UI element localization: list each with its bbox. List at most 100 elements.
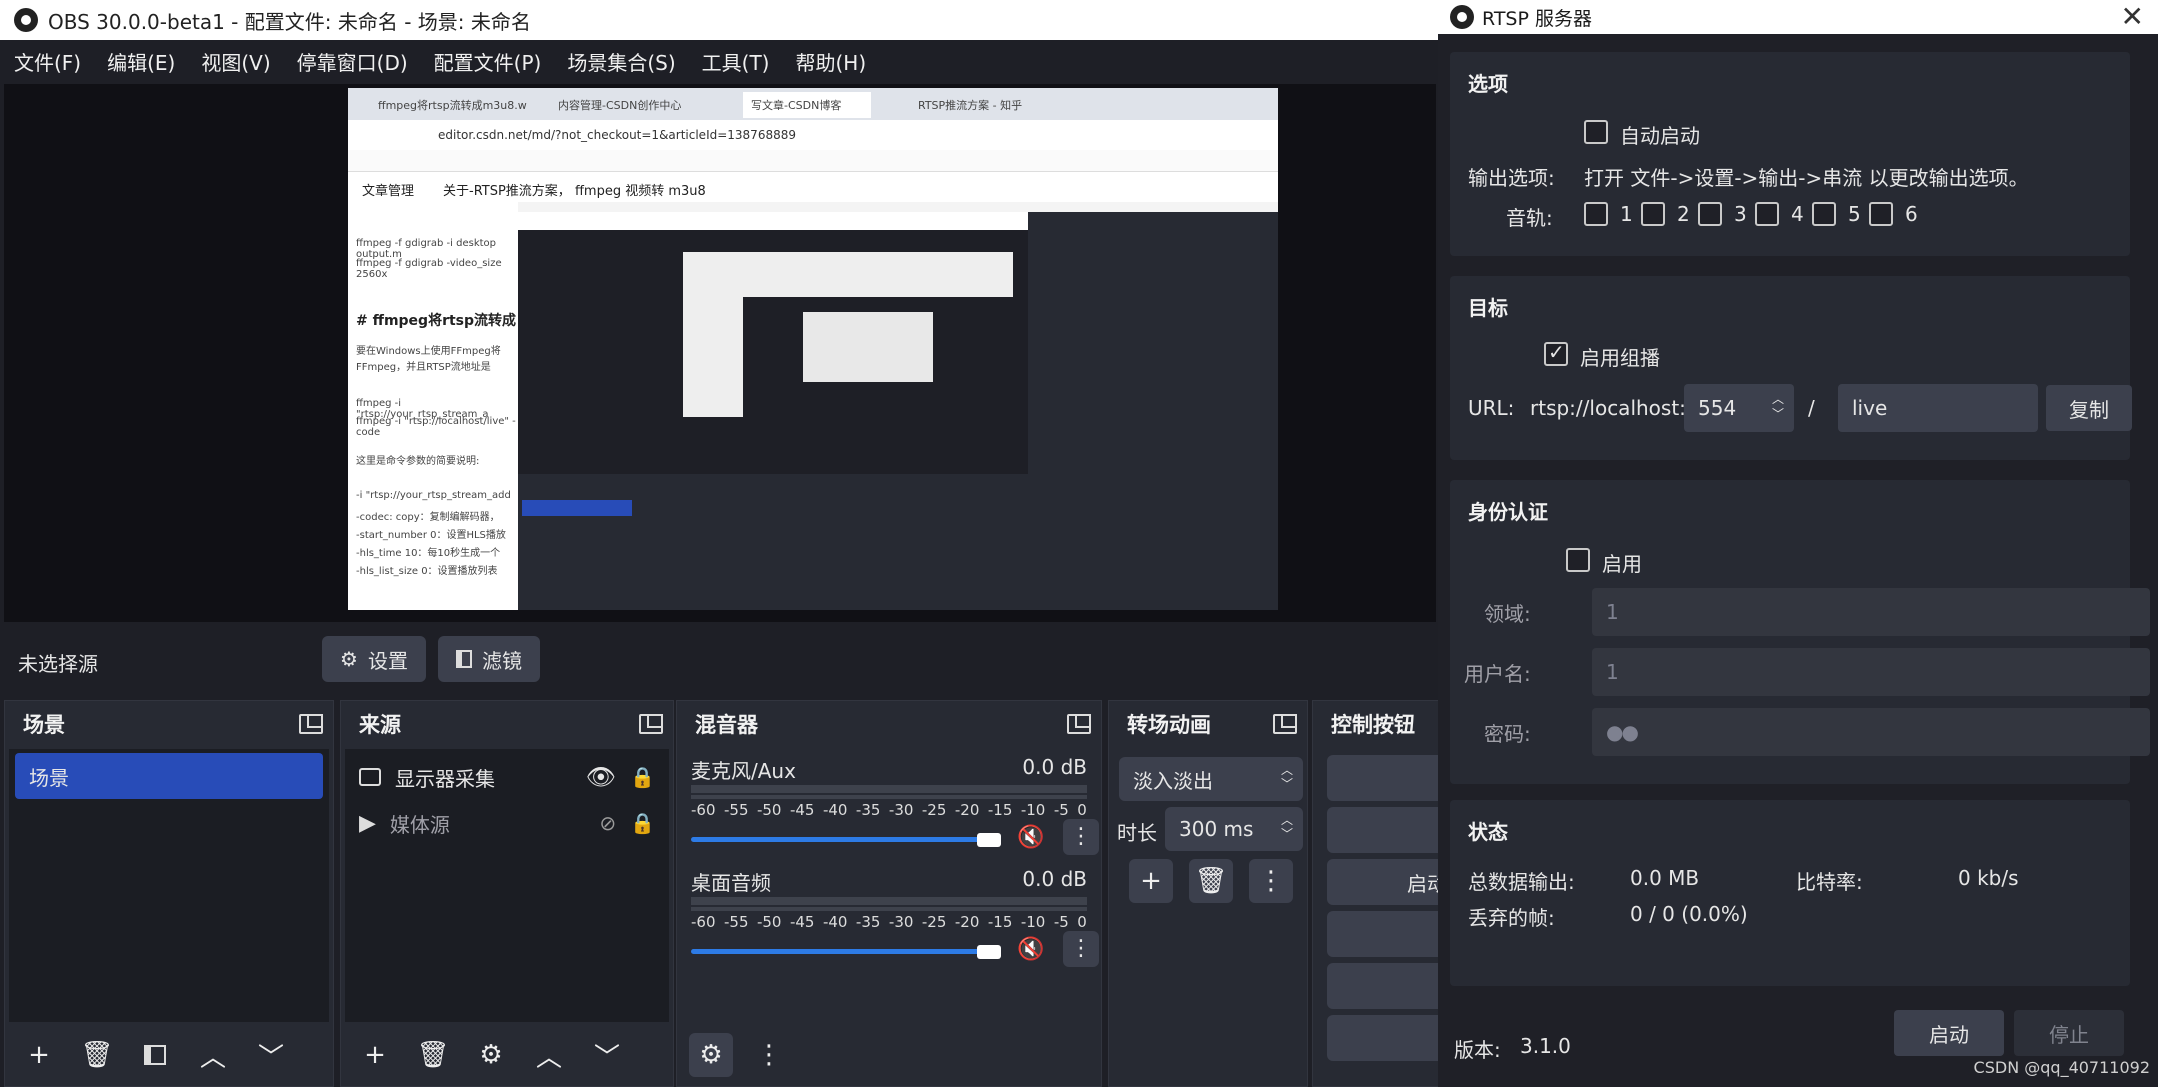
menu-file[interactable]: 文件(F) [14,47,81,76]
editor-line: 这里是命令参数的简要说明: [356,456,480,467]
transition-select[interactable]: 淡入淡出 ︿ ﹀ [1119,757,1303,801]
start-streaming-button[interactable]: 开 [1327,755,1439,801]
volume-slider-handle[interactable] [977,945,1001,959]
chevron-down-icon: ﹀ [593,1042,620,1073]
track-6-checkbox[interactable] [1869,202,1893,226]
menu-help[interactable]: 帮助(H) [795,47,866,76]
password-input[interactable]: ●● [1592,708,2150,756]
duration-spinbox[interactable]: 300 ms ︿ ﹀ [1165,807,1303,851]
undock-icon[interactable] [639,714,663,734]
scale-tick: -40 [822,801,848,819]
autostart-label: 自动启动 [1620,124,1700,148]
plus-icon: + [364,1040,386,1070]
scale-tick: -60 [691,801,716,819]
menu-scene-collection[interactable]: 场景集合(S) [567,47,675,76]
volume-slider[interactable] [691,949,991,954]
copy-url-button[interactable]: 复制 [2046,385,2132,431]
add-transition-button[interactable]: + [1129,859,1173,903]
scale-tick: -55 [723,913,749,931]
transition-menu-button[interactable]: ⋮ [1249,859,1293,903]
source-up-button[interactable]: ︿ [527,1033,571,1077]
transitions-dock: 转场动画 淡入淡出 ︿ ﹀ 时长 300 ms ︿ ﹀ + 🗑 ⋮ [1108,700,1308,1087]
autostart-checkbox[interactable] [1584,120,1608,144]
path-input[interactable]: live [1838,384,2038,432]
add-source-button[interactable]: + [353,1033,397,1077]
editor-line: FFmpeg，并且RTSP流地址是 [356,362,491,373]
username-input[interactable]: 1 [1592,648,2150,696]
advanced-audio-button[interactable]: ⚙ [689,1033,733,1077]
version-label: 版本: [1454,1038,1501,1062]
scene-filters-button[interactable] [133,1033,177,1077]
more-options-icon[interactable]: ⋮ [1063,931,1099,967]
obs-logo-icon [14,8,38,32]
mixer-menu-button[interactable]: ⋮ [747,1033,791,1077]
remove-source-button[interactable]: 🗑 [411,1033,455,1077]
volume-slider-handle[interactable] [977,833,1001,847]
volume-slider[interactable] [691,837,991,842]
scene-down-button[interactable]: ﹀ [249,1033,293,1077]
undock-icon[interactable] [1273,714,1297,734]
menu-profile[interactable]: 配置文件(P) [434,47,542,76]
more-options-icon: ⋮ [756,1040,782,1070]
undock-icon[interactable] [299,714,323,734]
undock-icon[interactable] [1067,714,1091,734]
scene-item[interactable]: 场景 [15,753,323,799]
filters-button[interactable]: 滤镜 [438,636,540,682]
editor-line: ffmpeg -f gdigrab -i desktop output.m [356,238,497,260]
eye-icon[interactable]: 👁 [586,763,616,791]
total-output-value: 0.0 MB [1630,866,1700,890]
auth-enable-checkbox[interactable] [1566,548,1590,572]
nested-scene-row [522,500,632,516]
studio-mode-button[interactable]: 工 [1327,911,1439,957]
scale-tick: -45 [789,913,815,931]
nested-preview-deep [803,312,933,382]
source-item[interactable]: ▶ 媒体源 ⊘ 🔒 [359,801,655,845]
source-down-button[interactable]: ﹀ [585,1033,629,1077]
realm-input[interactable]: 1 [1592,588,2150,636]
track-4-checkbox[interactable] [1755,202,1779,226]
track-label: 2 [1677,202,1690,226]
sources-toolbar: + 🗑 ⚙ ︿ ﹀ [341,1024,673,1086]
rtsp-title-bar: RTSP 服务器 ✕ [1438,0,2158,34]
port-spinbox[interactable]: 554 ︿ ﹀ [1684,384,1794,432]
muted-speaker-icon[interactable]: 🔇 [1017,937,1044,962]
settings-button[interactable]: ⚙ 设置 [322,636,426,682]
article-title: 关于-RTSP推流方案， ffmpeg 视频转 m3u8 [443,184,706,199]
track-5-checkbox[interactable] [1812,202,1836,226]
lock-icon[interactable]: 🔒 [630,765,655,789]
track-1-checkbox[interactable] [1584,202,1608,226]
menu-docks[interactable]: 停靠窗口(D) [297,47,408,76]
article-manage-link: 文章管理 [362,184,415,199]
menu-tools[interactable]: 工具(T) [702,47,770,76]
scale-tick: -45 [789,801,815,819]
start-virtual-camera-button[interactable]: 启动虚 [1327,859,1439,905]
menu-view[interactable]: 视图(V) [201,47,270,76]
menu-edit[interactable]: 编辑(E) [107,47,175,76]
settings-control-button[interactable] [1327,963,1439,1009]
start-recording-button[interactable]: 开 [1327,807,1439,853]
more-options-icon: ⋮ [1258,866,1284,896]
multicast-checkbox[interactable] [1544,340,1568,366]
remove-transition-button[interactable]: 🗑 [1189,859,1233,903]
track-3-checkbox[interactable] [1698,202,1722,226]
editor-line: -codec: copy：复制编解码器， [356,512,500,523]
source-properties-button[interactable]: ⚙ [469,1033,513,1077]
stop-server-button[interactable]: 停止 [2014,1010,2124,1056]
mixer-channel-desktop: 桌面音频 0.0 dB -60 -55 -50 -45 -40 -35 -30 -25 -20-… [691,867,1099,977]
lock-icon[interactable]: 🔒 [630,811,655,835]
exit-control-button[interactable] [1327,1015,1439,1061]
source-item[interactable]: 显示器采集 👁 🔒 [359,755,655,799]
add-scene-button[interactable]: + [17,1033,61,1077]
muted-speaker-icon[interactable]: 🔇 [1017,825,1044,850]
filters-button-label: 滤镜 [482,648,522,673]
close-icon[interactable]: ✕ [2121,0,2144,34]
more-options-icon[interactable]: ⋮ [1063,819,1099,855]
track-2-checkbox[interactable] [1641,202,1665,226]
eye-hidden-icon[interactable]: ⊘ [599,811,616,835]
remove-scene-button[interactable]: 🗑 [75,1033,119,1077]
start-server-button[interactable]: 启动 [1894,1010,2004,1056]
options-group: 选项 自动启动 输出选项: 打开 文件->设置->输出->串流 以更改输出选项。… [1450,52,2130,256]
channel-db: 0.0 dB [1022,867,1087,891]
plus-icon: + [28,1040,50,1070]
scene-up-button[interactable]: ︿ [191,1033,235,1077]
